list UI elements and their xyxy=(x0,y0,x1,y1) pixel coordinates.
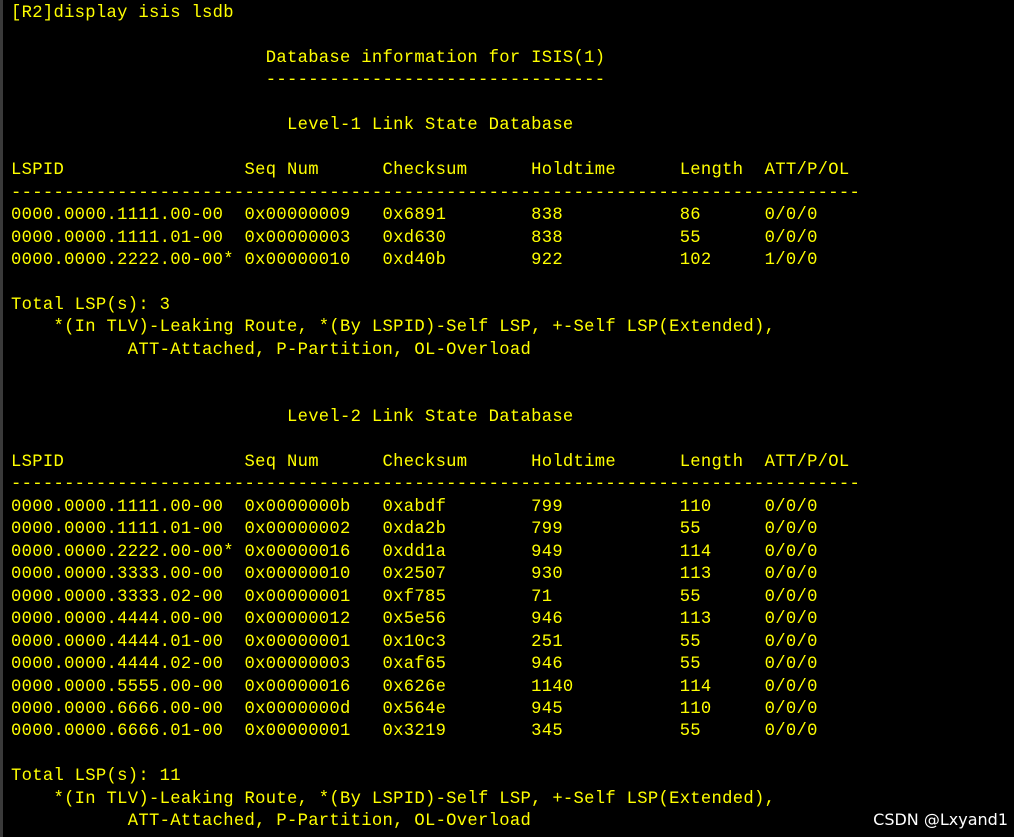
terminal-line: [R2]display isis lsdb xyxy=(11,4,234,23)
terminal-line: *(In TLV)-Leaking Route, *(By LSPID)-Sel… xyxy=(11,789,776,809)
terminal-line: 0000.0000.1111.00-00 0x0000000b 0xabdf 7… xyxy=(11,497,818,517)
watermark-text: CSDN @Lxyand1 xyxy=(873,810,1008,829)
terminal-line: 0000.0000.4444.01-00 0x00000001 0x10c3 2… xyxy=(11,632,818,652)
terminal-line: *(In TLV)-Leaking Route, *(By LSPID)-Sel… xyxy=(11,318,776,338)
terminal-line: ATT-Attached, P-Partition, OL-Overload xyxy=(11,812,532,832)
terminal-line: 0000.0000.3333.02-00 0x00000001 0xf785 7… xyxy=(11,587,818,607)
terminal-line: 0000.0000.6666.00-00 0x0000000d 0x564e 9… xyxy=(11,699,818,719)
terminal-line: 0000.0000.1111.01-00 0x00000003 0xd630 8… xyxy=(11,228,818,248)
terminal-line: ----------------------------------------… xyxy=(11,183,861,203)
terminal-line: Level-1 Link State Database xyxy=(11,116,574,136)
terminal-line: Database information for ISIS(1) xyxy=(11,48,606,68)
terminal-line: 0000.0000.1111.01-00 0x00000002 0xda2b 7… xyxy=(11,520,818,540)
terminal-line: 0000.0000.4444.02-00 0x00000003 0xaf65 9… xyxy=(11,655,818,675)
terminal-line: LSPID Seq Num Checksum Holdtime Length A… xyxy=(11,453,850,472)
terminal-line: 0000.0000.6666.01-00 0x00000001 0x3219 3… xyxy=(11,722,818,742)
terminal-line: LSPID Seq Num Checksum Holdtime Length A… xyxy=(11,161,850,181)
terminal-line: ATT-Attached, P-Partition, OL-Overload xyxy=(11,340,532,360)
terminal-line: 0000.0000.3333.00-00 0x00000010 0x2507 9… xyxy=(11,565,818,585)
terminal-line: 0000.0000.5555.00-00 0x00000016 0x626e 1… xyxy=(11,677,818,697)
terminal-line: ----------------------------------------… xyxy=(11,475,861,495)
terminal-line: Level-2 Link State Database xyxy=(11,408,574,428)
terminal-line: 0000.0000.2222.00-00* 0x00000016 0xdd1a … xyxy=(11,542,818,562)
terminal-line: -------------------------------- xyxy=(11,71,606,91)
terminal-line: 0000.0000.4444.00-00 0x00000012 0x5e56 9… xyxy=(11,610,818,630)
terminal-line: Total LSP(s): 3 xyxy=(11,295,171,315)
terminal-line: Total LSP(s): 11 xyxy=(11,767,181,787)
terminal-line: 0000.0000.1111.00-00 0x00000009 0x6891 8… xyxy=(11,206,818,226)
terminal-line: 0000.0000.2222.00-00* 0x00000010 0xd40b … xyxy=(11,250,818,270)
terminal-window[interactable]: [R2]display isis lsdb Database informati… xyxy=(0,0,1014,837)
